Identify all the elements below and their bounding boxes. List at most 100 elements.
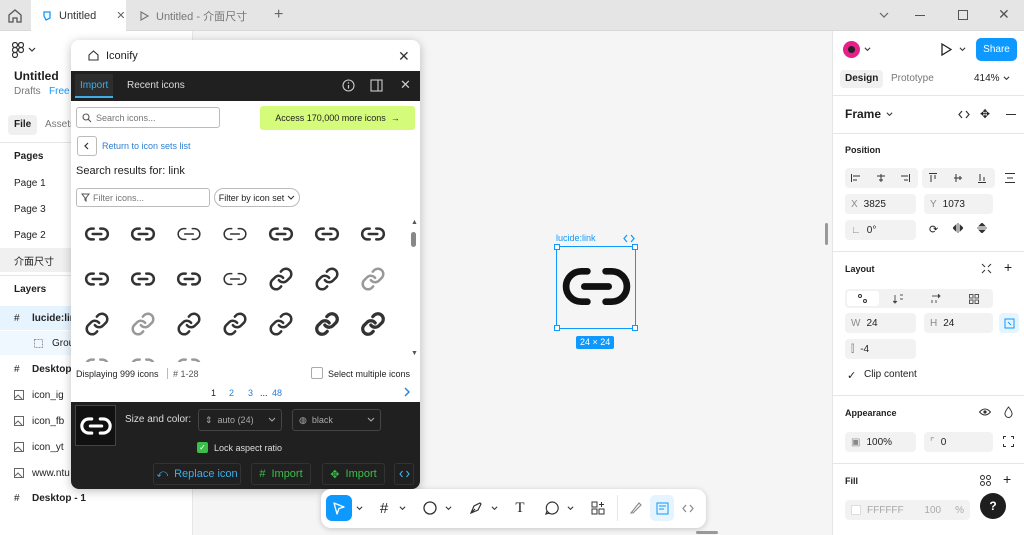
- filter-input-box[interactable]: [76, 188, 210, 207]
- page-48[interactable]: 48: [272, 388, 282, 398]
- replace-icon-button[interactable]: ⤺ Replace icon: [153, 463, 241, 485]
- dash-icon[interactable]: [1006, 114, 1016, 115]
- link-result-icon[interactable]: [310, 217, 344, 251]
- zoom-level[interactable]: 414%: [974, 73, 1010, 84]
- window-close-icon[interactable]: ✕: [998, 6, 1010, 23]
- plus-icon[interactable]: +: [1004, 259, 1012, 275]
- link-result-icon[interactable]: [218, 307, 252, 341]
- gap-field[interactable]: ⫿ -4: [845, 339, 916, 359]
- comment-tool-icon[interactable]: [541, 495, 563, 521]
- next-page-icon[interactable]: [403, 387, 411, 397]
- tab-file[interactable]: File: [8, 115, 38, 135]
- link-result-icon[interactable]: [356, 262, 390, 296]
- back-button[interactable]: [77, 136, 97, 156]
- layer-item[interactable]: # Desktop - 1: [0, 486, 193, 510]
- code-view-icon[interactable]: [958, 110, 970, 119]
- chevron-down-icon[interactable]: [397, 495, 407, 521]
- drop-icon[interactable]: [1004, 406, 1013, 418]
- layout-vertical-icon[interactable]: [893, 294, 903, 304]
- corner-radius-field[interactable]: ⌜ 0: [924, 432, 993, 452]
- align-center-h-icon[interactable]: [876, 174, 886, 182]
- lock-aspect-label[interactable]: Lock aspect ratio: [214, 443, 282, 453]
- panel-layout-icon[interactable]: [370, 79, 383, 92]
- link-result-icon[interactable]: [126, 262, 160, 296]
- layout-grid-icon[interactable]: [969, 294, 979, 304]
- align-bottom-icon[interactable]: [978, 173, 986, 183]
- new-tab-plus-icon[interactable]: +: [274, 6, 283, 24]
- plan-badge[interactable]: Free: [49, 86, 70, 97]
- tab-prototype[interactable]: Prototype: [891, 70, 934, 88]
- auto-layout-icon[interactable]: [981, 263, 992, 274]
- add-fill-icon[interactable]: +: [1003, 471, 1011, 487]
- chevron-down-icon[interactable]: [864, 46, 871, 53]
- link-result-icon[interactable]: [172, 262, 206, 296]
- fill-styles-icon[interactable]: [980, 475, 991, 486]
- tab-bar-close-icon[interactable]: ✕: [400, 77, 411, 93]
- align-top-icon[interactable]: [929, 173, 937, 183]
- link-result-icon[interactable]: [172, 352, 206, 362]
- tab-import[interactable]: Import: [75, 74, 114, 98]
- rotate-icon[interactable]: ⟳: [929, 223, 938, 236]
- fill-field[interactable]: FFFFFF 100%: [845, 500, 970, 520]
- layout-freeform-icon[interactable]: [847, 291, 879, 306]
- frame-dropdown[interactable]: Frame: [845, 107, 893, 121]
- align-right-icon[interactable]: [900, 174, 910, 182]
- page-3[interactable]: 3: [248, 388, 253, 398]
- corner-expand-icon[interactable]: [1003, 436, 1014, 447]
- link-result-icon[interactable]: [80, 307, 114, 341]
- link-result-icon[interactable]: [126, 352, 160, 362]
- tab-recent-icons[interactable]: Recent icons: [127, 74, 185, 98]
- chevron-down-icon[interactable]: [565, 495, 575, 521]
- ellipse-tool-icon[interactable]: [419, 495, 441, 521]
- pen-tool-icon[interactable]: [465, 495, 487, 521]
- link-result-icon[interactable]: [80, 217, 114, 251]
- actions-tool-icon[interactable]: [587, 495, 609, 521]
- drafts-label[interactable]: Drafts: [14, 86, 41, 97]
- link-result-icon[interactable]: [80, 262, 114, 296]
- minimize-icon[interactable]: [915, 15, 925, 16]
- tab-untitled-interface[interactable]: Untitled - 介面尺寸: [128, 0, 263, 31]
- import-component-button[interactable]: ✥ Import: [322, 463, 385, 485]
- share-button[interactable]: Share: [976, 38, 1017, 61]
- size-select[interactable]: ⇕ auto (24): [198, 409, 282, 431]
- search-input[interactable]: [96, 112, 211, 123]
- x-field[interactable]: X 3825: [845, 194, 916, 214]
- filter-by-icon-set-dropdown[interactable]: Filter by icon set: [214, 188, 300, 207]
- grid-scrollbar[interactable]: ▲ ▼: [410, 219, 418, 359]
- design-mode-button[interactable]: [650, 495, 674, 521]
- selection-frame[interactable]: [554, 244, 638, 331]
- help-button[interactable]: ?: [980, 493, 1006, 519]
- link-result-icon[interactable]: [310, 307, 344, 341]
- rotation-field[interactable]: ∟ 0°: [845, 220, 916, 240]
- tab-design[interactable]: Design: [840, 70, 884, 88]
- flip-horizontal-icon[interactable]: [953, 223, 963, 233]
- link-result-icon[interactable]: [126, 217, 160, 251]
- access-more-icons-button[interactable]: Access 170,000 more icons →: [260, 106, 415, 130]
- component-icon[interactable]: ✥: [980, 107, 990, 121]
- link-result-icon[interactable]: [218, 217, 252, 251]
- select-multiple-checkbox[interactable]: [311, 367, 323, 379]
- code-button[interactable]: [394, 463, 414, 485]
- chevron-down-icon[interactable]: [878, 9, 890, 21]
- link-result-icon[interactable]: [264, 217, 298, 251]
- home-icon[interactable]: [6, 7, 24, 25]
- vertical-scrollbar[interactable]: [825, 223, 828, 245]
- horizontal-scrollbar[interactable]: [696, 531, 718, 534]
- text-tool-icon[interactable]: T: [509, 495, 531, 521]
- align-left-icon[interactable]: [851, 174, 861, 182]
- chevron-down-icon[interactable]: [354, 495, 364, 521]
- file-title[interactable]: Untitled: [14, 69, 59, 83]
- select-multiple-label[interactable]: Select multiple icons: [328, 369, 410, 379]
- import-frame-button[interactable]: # Import: [251, 463, 311, 485]
- flip-vertical-icon[interactable]: [977, 223, 987, 233]
- restore-icon[interactable]: [958, 10, 968, 20]
- link-result-icon[interactable]: [172, 307, 206, 341]
- lock-aspect-checkbox[interactable]: ✓: [197, 442, 208, 453]
- dev-mode-icon[interactable]: [677, 495, 699, 521]
- return-link[interactable]: Return to icon sets list: [102, 141, 191, 151]
- frame-label[interactable]: lucide:link: [556, 233, 596, 243]
- draw-mode-icon[interactable]: [625, 495, 647, 521]
- color-select[interactable]: ◍ black: [292, 409, 381, 431]
- link-result-icon[interactable]: [356, 307, 390, 341]
- link-result-icon[interactable]: [126, 307, 160, 341]
